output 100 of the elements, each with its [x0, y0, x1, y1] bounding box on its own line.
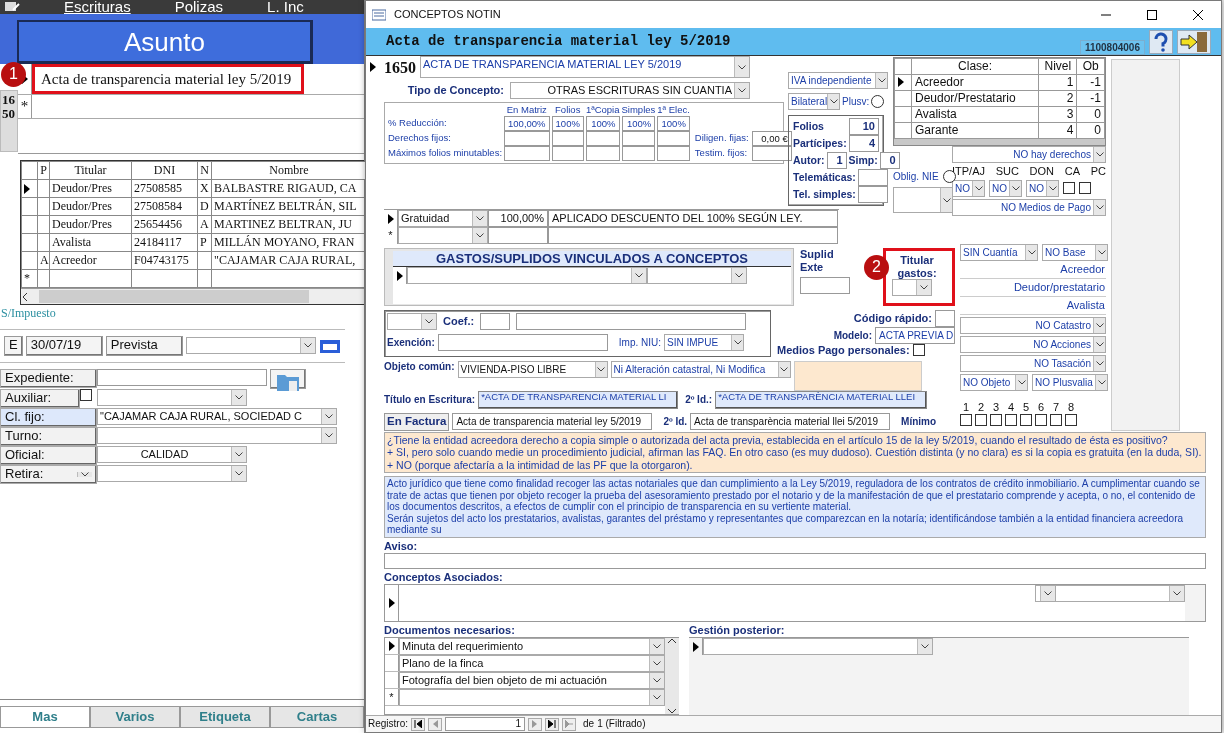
- dropdown-button[interactable]: [875, 73, 887, 88]
- dropdown-field[interactable]: NO Medios de Pago: [952, 198, 1106, 216]
- text-field[interactable]: [548, 227, 838, 244]
- notice-field[interactable]: [384, 552, 1206, 570]
- first-record-button[interactable]: [411, 717, 425, 731]
- dropdown-button[interactable]: [649, 673, 664, 688]
- dropdown-button[interactable]: [300, 338, 315, 354]
- dropdown-field[interactable]: NO Plusvalia: [1032, 374, 1108, 391]
- dropdown-button[interactable]: [1093, 318, 1105, 333]
- dropdown-button[interactable]: [916, 280, 931, 296]
- dropdown-button[interactable]: [1095, 245, 1107, 260]
- dropdown-button[interactable]: [472, 228, 487, 243]
- dropdown-button[interactable]: [1046, 180, 1058, 196]
- dropdown-button[interactable]: [917, 639, 932, 654]
- dropdown-button[interactable]: [321, 408, 336, 424]
- code-field[interactable]: E: [4, 335, 23, 356]
- dropdown-button[interactable]: [972, 180, 984, 196]
- dropdown-field[interactable]: [387, 313, 437, 330]
- text-field[interactable]: [800, 277, 850, 295]
- dropdown-button[interactable]: [1093, 147, 1105, 162]
- text-field[interactable]: 0,00 €: [751, 130, 792, 146]
- text-field[interactable]: Acta de transparència material llei 5/2019: [690, 413, 891, 431]
- dropdown-button[interactable]: [827, 94, 839, 109]
- exit-button[interactable]: [1177, 29, 1211, 54]
- dropdown-button[interactable]: [231, 389, 246, 405]
- text-field[interactable]: 100%: [657, 115, 690, 131]
- dropdown-button[interactable]: [649, 690, 664, 705]
- dropdown-field[interactable]: [647, 267, 747, 284]
- dropdown-button[interactable]: [649, 639, 664, 654]
- checkbox[interactable]: [1065, 413, 1077, 426]
- scroll-left-icon[interactable]: [21, 292, 29, 301]
- menu-item[interactable]: Escrituras: [64, 0, 131, 14]
- dropdown-button[interactable]: [1093, 199, 1105, 215]
- dropdown-field[interactable]: OTRAS ESCRITURAS SIN CUANTIA: [510, 82, 750, 99]
- dropdown-field[interactable]: [398, 227, 488, 244]
- dropdown-button[interactable]: [321, 427, 336, 443]
- dropdown-button[interactable]: [594, 361, 607, 377]
- dropdown-button[interactable]: [1040, 585, 1055, 601]
- dropdown-field[interactable]: Gratuidad: [398, 210, 488, 227]
- calendar-icon[interactable]: [319, 337, 341, 354]
- dropdown-button[interactable]: [231, 446, 246, 462]
- dropdown-field[interactable]: [399, 689, 665, 706]
- dropdown-button[interactable]: [1095, 375, 1107, 390]
- text-field[interactable]: 100%: [585, 115, 620, 131]
- dropdown-field[interactable]: [407, 267, 647, 284]
- dropdown-field[interactable]: Fotografía del bien objeto de mi actuación: [399, 672, 665, 689]
- note-field[interactable]: [793, 360, 922, 391]
- dropdown-field[interactable]: NO Base: [1042, 244, 1108, 261]
- dropdown-field[interactable]: SIN IMPUE: [664, 334, 745, 351]
- dropdown-button[interactable]: [421, 314, 436, 329]
- text-field[interactable]: 100%: [551, 115, 584, 131]
- menu-item[interactable]: Polizas: [174, 0, 224, 14]
- dropdown-field[interactable]: [703, 638, 933, 655]
- dropdown-field[interactable]: NO: [1026, 179, 1059, 197]
- dropdown-button[interactable]: [1009, 180, 1021, 196]
- dropdown-field[interactable]: Ni Alteración catastral, Ni Modifica: [610, 360, 791, 378]
- checkbox[interactable]: [1035, 413, 1047, 426]
- dropdown-field[interactable]: Minuta del requerimiento: [399, 638, 665, 655]
- title-field[interactable]: *ACTA DE TRANSPARÈNCIA MATERIAL LLEI: [715, 390, 928, 409]
- dropdown-field[interactable]: NO: [989, 179, 1022, 197]
- dropdown-button[interactable]: [1025, 245, 1037, 260]
- text-field[interactable]: 1: [826, 152, 847, 169]
- text-field[interactable]: [857, 186, 888, 203]
- text-field[interactable]: 1: [445, 717, 525, 731]
- dropdown-button[interactable]: [231, 465, 246, 481]
- dropdown-field[interactable]: [893, 187, 953, 213]
- text-field[interactable]: ACTA PREVIA D: [875, 327, 955, 344]
- scrollbar-thumb[interactable]: [39, 290, 309, 303]
- dropdown-field[interactable]: VIVIENDA-PISO LIBRE: [457, 360, 608, 378]
- checkbox[interactable]: [1050, 413, 1062, 426]
- text-field[interactable]: [480, 313, 511, 330]
- title-field[interactable]: *ACTA DE TRANSPARENCIA MATERIAL LI: [478, 390, 679, 409]
- dropdown-button[interactable]: [731, 335, 744, 350]
- dropdown-field[interactable]: [97, 388, 247, 406]
- dropdown-field[interactable]: [97, 426, 337, 444]
- checkbox[interactable]: [1079, 182, 1091, 195]
- dropdown-field[interactable]: NO: [952, 179, 985, 197]
- dropdown-field[interactable]: IVA independiente: [788, 72, 888, 89]
- text-field[interactable]: 0: [879, 152, 900, 169]
- dropdown-button[interactable]: [472, 211, 487, 226]
- checkbox[interactable]: [1020, 413, 1032, 426]
- dropdown-button[interactable]: [631, 268, 646, 283]
- dropdown-field[interactable]: Bilateral: [788, 93, 840, 110]
- dropdown-field[interactable]: [1055, 584, 1185, 602]
- tax-link[interactable]: S/Impuesto: [1, 307, 364, 321]
- checkbox[interactable]: [1005, 413, 1017, 426]
- dropdown-button[interactable]: [1093, 337, 1105, 352]
- text-field[interactable]: 10: [849, 118, 879, 135]
- dropdown-field[interactable]: Plano de la finca: [399, 655, 665, 672]
- checkbox[interactable]: [80, 388, 92, 401]
- dropdown-field[interactable]: CALIDAD: [97, 445, 247, 463]
- dropdown-field[interactable]: [186, 337, 316, 355]
- dropdown-field[interactable]: SIN Cuantía: [960, 244, 1038, 261]
- dropdown-field[interactable]: NO Catastro: [960, 317, 1106, 334]
- status-field[interactable]: Prevista: [105, 335, 183, 356]
- dropdown-button[interactable]: [731, 268, 746, 283]
- dropdown-button[interactable]: [1169, 585, 1184, 601]
- last-record-button[interactable]: [545, 717, 559, 731]
- checkbox[interactable]: [912, 344, 925, 357]
- scroll-down-icon[interactable]: [668, 708, 676, 714]
